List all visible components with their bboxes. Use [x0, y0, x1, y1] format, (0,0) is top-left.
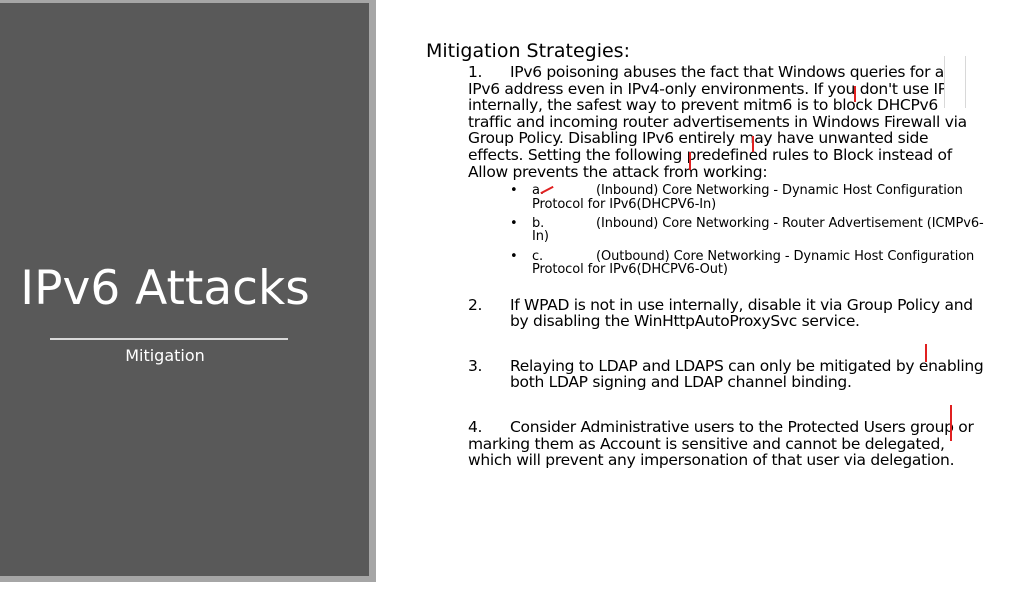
annotation-mark [689, 152, 691, 170]
list-item-text: Relaying to LDAP and LDAPS can only be m… [510, 356, 984, 392]
sub-list-text: (Inbound) Core Networking - Dynamic Host… [532, 183, 963, 212]
list-number: 1. [468, 63, 483, 81]
content-area: Mitigation Strategies: 1. IPv6 poisoning … [426, 40, 986, 469]
list-item-4: 4. Consider Administrative users to the P… [468, 419, 986, 469]
list-number: 4. [468, 417, 483, 436]
sub-list-letter: b. [532, 215, 545, 231]
bullet-icon: • [510, 183, 518, 199]
annotation-mark [950, 405, 952, 441]
list-item-text: Consider Administrative users to the Pro… [468, 417, 974, 470]
title-panel: IPv6 Attacks Mitigation [0, 0, 376, 582]
sub-list-item-a: • a. (Inbound) Core Networking - Dynamic … [510, 184, 986, 211]
list-item-text: IPv6 poisoning abuses the fact that Wind… [468, 63, 967, 181]
list-number: 3. [468, 356, 483, 375]
sub-list-item-b: • b. (Inbound) Core Networking - Router A… [510, 217, 986, 244]
title-panel-inner: IPv6 Attacks Mitigation [0, 3, 369, 576]
slide: IPv6 Attacks Mitigation Mitigation Strat… [0, 0, 1014, 597]
list-item-text: If WPAD is not in use internally, disabl… [510, 295, 973, 331]
annotation-mark [854, 86, 856, 102]
slide-subtitle: Mitigation [125, 346, 205, 365]
slide-title: IPv6 Attacks [20, 261, 310, 316]
sub-list-text: (Inbound) Core Networking - Router Adver… [532, 215, 984, 245]
list-item-3: 3. Relaying to LDAP and LDAPS can only be… [468, 358, 986, 391]
sub-list-text: (Outbound) Core Networking - Dynamic Hos… [532, 248, 975, 278]
sub-list: • a. (Inbound) Core Networking - Dynamic … [510, 184, 986, 278]
title-divider [50, 338, 288, 340]
annotation-mark [925, 344, 927, 362]
sub-list-item-c: • c. (Outbound) Core Networking - Dynamic… [510, 248, 986, 278]
section-heading: Mitigation Strategies: [426, 40, 630, 62]
sub-list-letter: c. [532, 248, 544, 264]
bullet-icon: • [510, 215, 518, 231]
cursor-overlay [944, 56, 966, 108]
list-number: 2. [468, 295, 483, 314]
list-item-2: 2. If WPAD is not in use internally, disa… [468, 295, 986, 331]
list-item-1: 1. IPv6 poisoning abuses the fact that Wi… [468, 64, 986, 180]
bullet-icon: • [510, 248, 518, 264]
annotation-mark [752, 136, 754, 152]
